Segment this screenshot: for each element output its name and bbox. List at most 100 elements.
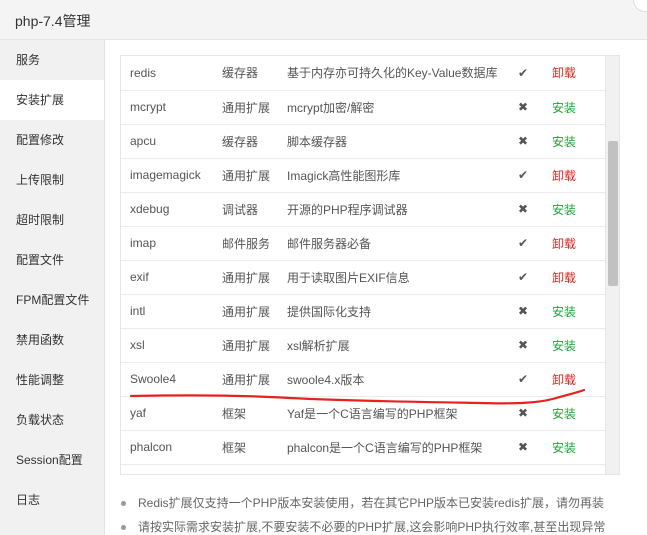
extension-description: xsl解析扩展	[278, 328, 508, 363]
extension-description: 提供国际化支持	[278, 294, 508, 329]
extension-name: intl	[121, 294, 213, 329]
extension-name: apcu	[121, 124, 213, 159]
sidebar-item-fpm-config-file[interactable]: FPM配置文件	[0, 280, 104, 320]
extension-type: 调试器	[213, 192, 278, 227]
cross-icon: ✖	[508, 430, 538, 465]
extension-type: 缓存器	[213, 56, 278, 91]
action-cell: 安装	[538, 90, 607, 125]
extension-description: Imagick高性能图形库	[278, 158, 508, 193]
extension-name: exif	[121, 260, 213, 295]
sidebar-item-timeout-limit[interactable]: 超时限制	[0, 200, 104, 240]
table-row: imagemagick 通用扩展 Imagick高性能图形库 ✔ 卸载	[121, 158, 607, 193]
sidebar-item-performance[interactable]: 性能调整	[0, 360, 104, 400]
extension-name: Swoole4	[121, 362, 213, 397]
scrollbar-thumb[interactable]	[608, 141, 618, 286]
table-row: phalcon 框架 phalcon是一个C语言编写的PHP框架 ✖ 安装	[121, 430, 607, 465]
table-row: Swoole4 通用扩展 swoole4.x版本 ✔ 卸载	[121, 362, 607, 397]
cross-icon: ✖	[508, 124, 538, 159]
extension-name: yaf	[121, 396, 213, 431]
extension-name: xsl	[121, 328, 213, 363]
install-link[interactable]: 安装	[552, 441, 576, 455]
install-link[interactable]: 安装	[552, 305, 576, 319]
extension-type: 框架	[213, 396, 278, 431]
install-link[interactable]: 安装	[552, 135, 576, 149]
sidebar-item-install-extension[interactable]: 安装扩展	[0, 80, 104, 120]
action-cell: 卸载	[538, 56, 607, 91]
action-cell: 安装	[538, 192, 607, 227]
table-scrollbar[interactable]	[605, 56, 619, 474]
uninstall-link[interactable]: 卸载	[552, 373, 576, 387]
sidebar-item-session-config[interactable]: Session配置	[0, 440, 104, 480]
extension-table-panel: redis 缓存器 基于内存亦可持久化的Key-Value数据库 ✔ 卸载 mcrypt 通…	[120, 55, 620, 475]
sidebar-item-disabled-functions[interactable]: 禁用函数	[0, 320, 104, 360]
action-cell: 安装	[538, 396, 607, 431]
extension-type: 通用扩展	[213, 328, 278, 363]
extension-description: mcrypt加密/解密	[278, 90, 508, 125]
extension-type: 缓存器	[213, 124, 278, 159]
extension-name: redis	[121, 56, 213, 91]
install-link[interactable]: 安装	[552, 339, 576, 353]
note-item: Redis扩展仅支持一个PHP版本安装使用，若在其它PHP版本已安装redis扩…	[119, 491, 639, 515]
note-item: 请按实际需求安装扩展,不要安装不必要的PHP扩展,这会影响PHP执行效率,甚至出…	[119, 515, 639, 535]
extension-name: imap	[121, 226, 213, 261]
install-link[interactable]: 安装	[552, 407, 576, 421]
table-row: intl 通用扩展 提供国际化支持 ✖ 安装	[121, 294, 607, 329]
close-icon[interactable]	[633, 0, 647, 12]
action-cell: 安装	[538, 328, 607, 363]
cross-icon: ✖	[508, 294, 538, 329]
uninstall-link[interactable]: 卸载	[552, 237, 576, 251]
notes-list: Redis扩展仅支持一个PHP版本安装使用，若在其它PHP版本已安装redis扩…	[119, 491, 639, 535]
install-link[interactable]: 安装	[552, 203, 576, 217]
window-titlebar: php-7.4管理	[0, 0, 647, 40]
table-row: mcrypt 通用扩展 mcrypt加密/解密 ✖ 安装	[121, 90, 607, 125]
table-row: yaf 框架 Yaf是一个C语言编写的PHP框架 ✖ 安装	[121, 396, 607, 431]
extension-description: 邮件服务器必备	[278, 226, 508, 261]
sidebar-item-upload-limit[interactable]: 上传限制	[0, 160, 104, 200]
extension-description: 用于读取图片EXIF信息	[278, 260, 508, 295]
action-cell: 卸载	[538, 158, 607, 193]
action-cell: 安装	[538, 430, 607, 465]
extension-description: phalcon是一个C语言编写的PHP框架	[278, 430, 508, 465]
extension-description: 脚本缓存器	[278, 124, 508, 159]
install-link[interactable]: 安装	[552, 101, 576, 115]
cross-icon: ✖	[508, 192, 538, 227]
cross-icon: ✖	[508, 328, 538, 363]
uninstall-link[interactable]: 卸载	[552, 271, 576, 285]
extension-type: 通用扩展	[213, 158, 278, 193]
extension-name: phalcon	[121, 430, 213, 465]
sidebar-item-logs[interactable]: 日志	[0, 480, 104, 520]
cross-icon: ✖	[508, 396, 538, 431]
action-cell: 卸载	[538, 362, 607, 397]
extension-name: xdebug	[121, 192, 213, 227]
extension-name: imagemagick	[121, 158, 213, 193]
extension-description: Yaf是一个C语言编写的PHP框架	[278, 396, 508, 431]
extension-table: redis 缓存器 基于内存亦可持久化的Key-Value数据库 ✔ 卸载 mcrypt 通…	[121, 56, 607, 465]
sidebar-item-service[interactable]: 服务	[0, 40, 104, 80]
extension-name: mcrypt	[121, 90, 213, 125]
extension-type: 通用扩展	[213, 294, 278, 329]
check-icon: ✔	[508, 56, 538, 91]
sidebar-item-config-edit[interactable]: 配置修改	[0, 120, 104, 160]
uninstall-link[interactable]: 卸载	[552, 66, 576, 80]
check-icon: ✔	[508, 260, 538, 295]
extension-type: 通用扩展	[213, 362, 278, 397]
table-row: xsl 通用扩展 xsl解析扩展 ✖ 安装	[121, 328, 607, 363]
extension-description: 基于内存亦可持久化的Key-Value数据库	[278, 56, 508, 91]
table-row: imap 邮件服务 邮件服务器必备 ✔ 卸载	[121, 226, 607, 261]
cross-icon: ✖	[508, 90, 538, 125]
extension-type: 邮件服务	[213, 226, 278, 261]
sidebar-item-config-file[interactable]: 配置文件	[0, 240, 104, 280]
table-row: apcu 缓存器 脚本缓存器 ✖ 安装	[121, 124, 607, 159]
sidebar-item-load-status[interactable]: 负载状态	[0, 400, 104, 440]
extension-type: 框架	[213, 430, 278, 465]
action-cell: 安装	[538, 294, 607, 329]
uninstall-link[interactable]: 卸载	[552, 169, 576, 183]
extension-description: swoole4.x版本	[278, 362, 508, 397]
table-row: exif 通用扩展 用于读取图片EXIF信息 ✔ 卸载	[121, 260, 607, 295]
extension-type: 通用扩展	[213, 260, 278, 295]
window-title: php-7.4管理	[15, 13, 91, 29]
check-icon: ✔	[508, 362, 538, 397]
extension-type: 通用扩展	[213, 90, 278, 125]
table-row: redis 缓存器 基于内存亦可持久化的Key-Value数据库 ✔ 卸载	[121, 56, 607, 91]
action-cell: 安装	[538, 124, 607, 159]
